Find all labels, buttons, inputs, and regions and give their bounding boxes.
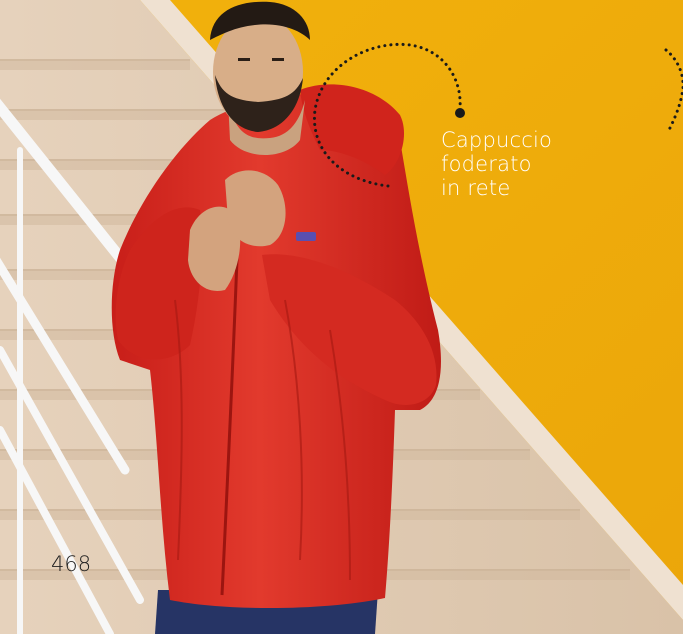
callout-line-1: Cappuccio bbox=[441, 128, 553, 152]
callout-line-3: in rete bbox=[441, 176, 511, 200]
page-number: 468 bbox=[51, 552, 92, 576]
callout-line-2: foderato bbox=[441, 152, 532, 176]
product-photo bbox=[0, 0, 683, 634]
callout-label: Cappuccio foderato in rete bbox=[441, 128, 552, 200]
